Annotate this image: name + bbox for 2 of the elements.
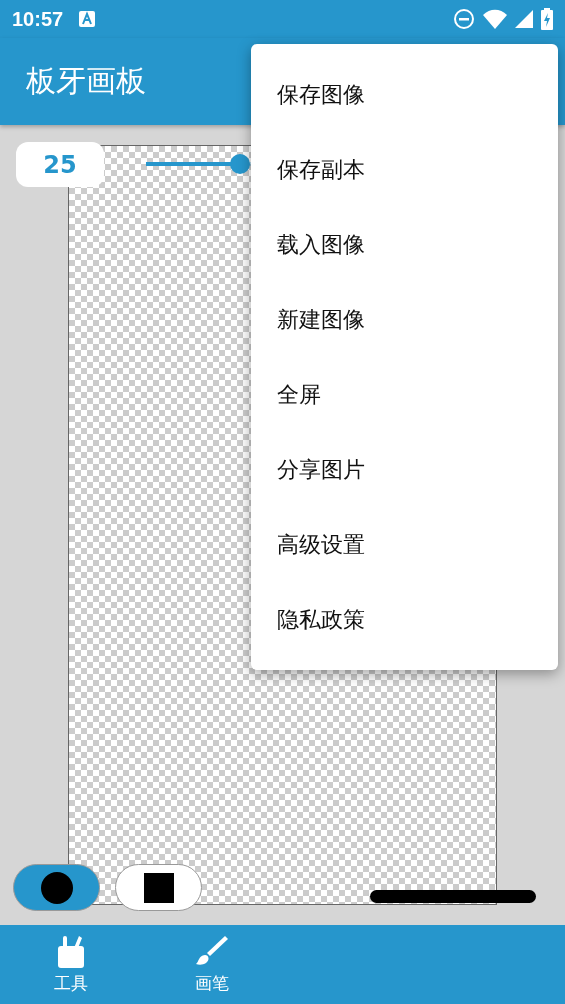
app-title: 板牙画板 xyxy=(26,62,146,100)
status-time: 10:57 xyxy=(12,7,64,31)
